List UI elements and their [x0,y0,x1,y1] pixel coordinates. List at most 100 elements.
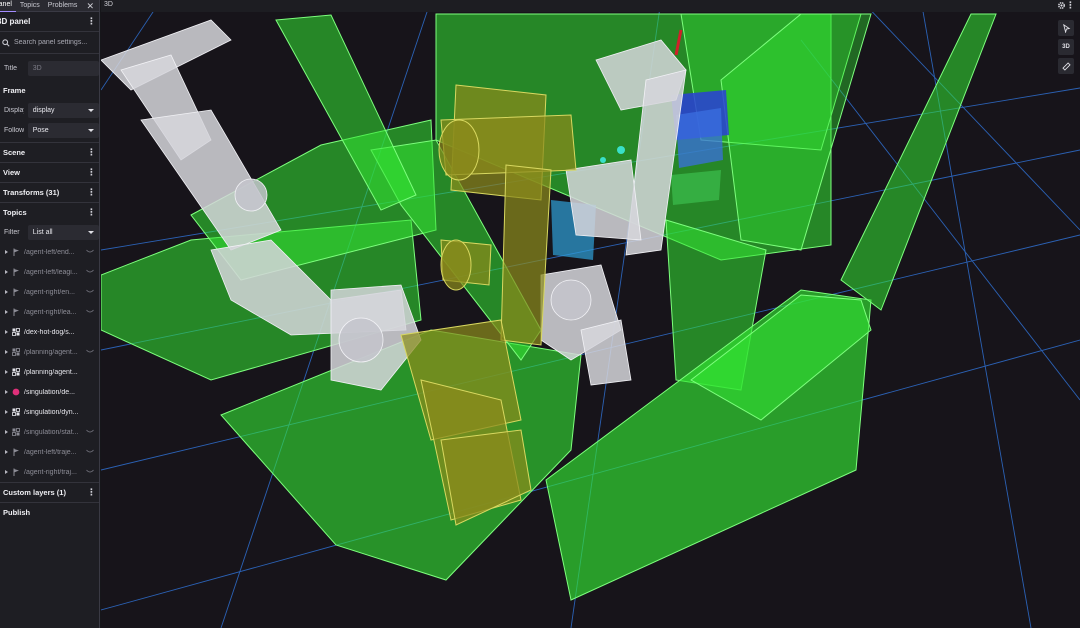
topic-row[interactable]: /singulation/dyn... [0,402,99,422]
follow-mode-value: Pose [32,126,49,134]
chevron-right-icon[interactable] [5,270,8,274]
kebab-menu-icon[interactable]: ⋮ [1066,0,1075,11]
chevron-right-icon[interactable] [5,370,8,374]
follow-mode-row: Follow mode Pose [0,120,99,140]
robot-joint [234,178,268,212]
section-scene[interactable]: Scene ⋮ [0,142,99,162]
topic-label: /agent-left/traje... [24,448,77,456]
eye-off-icon[interactable] [86,449,94,454]
topic-label: /singulation/stat... [24,428,79,436]
chevron-right-icon[interactable] [5,410,8,414]
pose-flag-icon [12,248,20,256]
kebab-menu-icon[interactable]: ⋮ [87,168,96,177]
topic-filter-value: List all [32,228,53,236]
sidebar-tabbar: Panel Topics Problems ✕ [0,0,99,12]
display-frame-select[interactable]: display [27,102,99,118]
gear-icon[interactable] [1057,1,1066,10]
section-publish[interactable]: Publish [0,502,99,522]
topic-row[interactable]: /planning/agent... [0,342,99,362]
topic-label: /agent-left/leagi... [24,268,78,276]
topic-filter-label: Filter [4,228,20,236]
topic-row[interactable]: /agent-left/traje... [0,442,99,462]
topic-row[interactable]: /agent-right/traj... [0,462,99,482]
chevron-right-icon[interactable] [5,350,8,354]
topic-row[interactable]: /singulation/de... [0,382,99,402]
search-icon [2,38,10,47]
scene-update-icon [12,428,20,436]
topic-row[interactable]: /dex-hot-dog/s... [0,322,99,342]
3d-mode-toggle[interactable]: 3D [1058,39,1074,55]
section-scene-title: Scene [3,148,26,157]
section-view-title: View [3,168,20,177]
3d-viewport[interactable]: 3D ⋮ 3D [101,0,1080,628]
target-marker [600,157,606,163]
viewport-topbar [101,0,1080,12]
eye-off-icon[interactable] [86,269,94,274]
chevron-right-icon[interactable] [5,250,8,254]
chevron-right-icon[interactable] [5,390,8,394]
display-frame-value: display [32,106,55,114]
tab-topics[interactable]: Topics [16,0,44,12]
section-publish-title: Publish [3,508,31,517]
section-custom-layers[interactable]: Custom layers (1) ⋮ [0,482,99,502]
chevron-right-icon[interactable] [5,450,8,454]
viewport-toolbox: 3D [1057,0,1075,74]
topic-label: /agent-right/lea... [24,308,77,316]
topic-filter-select[interactable]: List all [27,224,99,240]
tab-panel[interactable]: Panel [0,0,16,12]
pose-flag-icon [12,308,20,316]
3d-scene-canvas[interactable] [101,0,1080,628]
kebab-menu-icon[interactable]: ⋮ [87,488,96,497]
kebab-menu-icon[interactable]: ⋮ [87,148,96,157]
chevron-right-icon[interactable] [5,310,8,314]
topic-label: /singulation/de... [24,388,75,396]
topic-row[interactable]: /agent-left/end... [0,242,99,262]
kebab-menu-icon[interactable]: ⋮ [87,208,96,217]
topic-label: /planning/agent... [24,368,78,376]
chevron-down-icon [88,128,94,132]
section-frame[interactable]: Frame [0,80,99,100]
close-icon[interactable]: ✕ [86,0,94,12]
viewport-title: 3D [104,1,113,8]
collision-box [840,13,997,311]
kebab-menu-icon[interactable]: ⋮ [87,188,96,197]
chevron-right-icon[interactable] [5,430,8,434]
search-input[interactable] [14,39,99,46]
settings-search[interactable] [0,32,99,54]
chevron-right-icon[interactable] [5,290,8,294]
eye-off-icon[interactable] [86,289,94,294]
kebab-menu-icon[interactable]: ⋮ [87,17,96,26]
eye-off-icon[interactable] [86,309,94,314]
topic-filter-row: Filter List all [0,222,99,242]
ruler-icon[interactable] [1058,58,1074,74]
section-topics[interactable]: Topics ⋮ [0,202,99,222]
trajectory-cylinder [440,239,472,291]
topic-label: /dex-hot-dog/s... [24,328,75,336]
section-transforms[interactable]: Transforms (31) ⋮ [0,182,99,202]
title-input[interactable]: 3D [27,60,99,76]
display-frame-label: Display frame [4,106,24,114]
title-field-row: Title 3D [0,58,99,78]
topic-row[interactable]: /agent-right/lea... [0,302,99,322]
chevron-right-icon[interactable] [5,330,8,334]
select-arrow-icon[interactable] [1058,20,1074,36]
topic-row[interactable]: /agent-left/leagi... [0,262,99,282]
topic-label: /agent-left/end... [24,248,75,256]
robot-joint [338,317,384,363]
eye-off-icon[interactable] [86,249,94,254]
follow-mode-select[interactable]: Pose [27,122,99,138]
chevron-right-icon[interactable] [5,470,8,474]
eye-off-icon[interactable] [86,429,94,434]
topic-row[interactable]: /agent-right/en... [0,282,99,302]
eye-off-icon[interactable] [86,469,94,474]
topic-row[interactable]: /planning/agent... [0,362,99,382]
tab-problems[interactable]: Problems [44,0,82,12]
scene-update-icon [12,368,20,376]
topic-row[interactable]: /singulation/stat... [0,422,99,442]
section-transforms-title: Transforms (31) [3,188,60,197]
eye-off-icon[interactable] [86,349,94,354]
section-view[interactable]: View ⋮ [0,162,99,182]
marker-dot-icon [12,388,20,396]
chevron-down-icon [88,108,94,112]
pose-flag-icon [12,268,20,276]
